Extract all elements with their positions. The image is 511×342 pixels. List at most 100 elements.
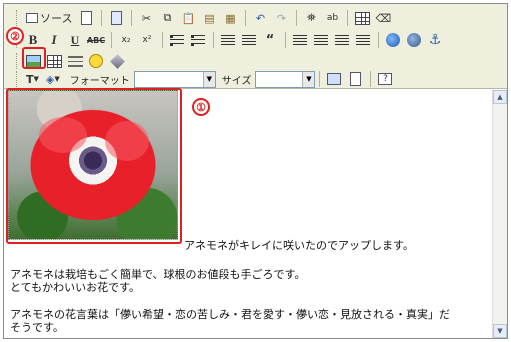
unlink-button[interactable] (404, 31, 424, 50)
toolbar-grip[interactable] (16, 53, 19, 69)
blockquote-button[interactable]: “ (260, 31, 280, 50)
vertical-scrollbar[interactable]: ▲ ▼ (492, 90, 507, 338)
redo-button[interactable]: ↷ (271, 9, 291, 28)
image-highlight-box (6, 88, 182, 244)
toolbar-separator (162, 32, 163, 48)
editor-toolbar: ソース ✂ ⧉ 📋 ▤ ▦ ↶ ↷ ⛯ ab ⌫ B I U ABC x₂ x²… (4, 4, 507, 89)
toolbar-row-4: T ▼ ◈ ▼ フォーマット ▼ サイズ ▼ ? (16, 69, 396, 89)
annotation-number-2: ② (6, 27, 24, 45)
image-button-highlight-box (22, 47, 46, 69)
format-label: フォーマット (69, 75, 130, 87)
chevron-down-icon[interactable]: ▼ (202, 71, 215, 87)
outdent-icon (221, 34, 235, 46)
image-caption: アネモネがキレイに咲いたのでアップします。 (184, 239, 414, 252)
toolbar-grip[interactable] (16, 71, 19, 87)
toolbar-separator (285, 32, 286, 48)
chevron-down-icon[interactable]: ▼ (302, 71, 315, 87)
numbered-list-icon (170, 34, 184, 46)
help-icon: ? (378, 73, 393, 85)
paste-word-icon: ▦ (225, 11, 236, 25)
numbered-list-button[interactable] (167, 31, 187, 50)
toolbar-separator (213, 32, 214, 48)
select-all-button[interactable] (352, 9, 372, 28)
align-right-icon (335, 34, 349, 46)
text-color-button[interactable]: T ▼ (23, 70, 42, 89)
toolbar-separator (245, 10, 247, 26)
find-button[interactable]: ⛯ (301, 9, 321, 28)
link-globe-icon (386, 33, 400, 47)
align-justify-icon (356, 34, 370, 46)
anchor-button[interactable]: ⚓ (425, 31, 445, 50)
special-char-button[interactable] (107, 52, 127, 71)
italic-button[interactable]: I (44, 31, 64, 50)
bg-color-button[interactable]: ◈ ▼ (43, 70, 63, 89)
align-center-button[interactable] (311, 31, 331, 50)
paragraph-1-line-2: とてもかわいいお花です。 (10, 281, 141, 294)
indent-button[interactable] (239, 31, 259, 50)
dropdown-arrow-icon: ▼ (33, 75, 39, 83)
paste-text-icon: ▤ (204, 11, 215, 25)
align-justify-button[interactable] (353, 31, 373, 50)
table-icon (46, 54, 62, 68)
remove-format-button[interactable]: ⌫ (373, 9, 393, 28)
toolbar-grip[interactable] (16, 10, 19, 26)
templates-button[interactable] (106, 9, 126, 28)
toolbar-separator (101, 10, 103, 26)
undo-icon: ↶ (255, 11, 266, 25)
scissors-icon: ✂ (141, 11, 152, 25)
align-left-icon (293, 34, 307, 46)
cut-button[interactable]: ✂ (136, 9, 156, 28)
paste-word-button[interactable]: ▦ (220, 9, 240, 28)
scroll-up-icon[interactable]: ▲ (493, 90, 507, 104)
toolbar-separator (370, 71, 372, 87)
preview-button[interactable] (76, 9, 96, 28)
help-button[interactable]: ? (375, 70, 395, 89)
paste-text-button[interactable]: ▤ (199, 9, 219, 28)
redo-icon: ↷ (276, 11, 287, 25)
copy-button[interactable]: ⧉ (157, 9, 177, 28)
toolbar-row-2: B I U ABC x₂ x² “ ⚓ (16, 30, 446, 50)
anchor-icon: ⚓ (428, 32, 442, 48)
indent-icon (242, 34, 256, 46)
align-left-button[interactable] (290, 31, 310, 50)
maximize-button[interactable] (324, 70, 344, 89)
paste-button[interactable]: 📋 (178, 9, 198, 28)
toolbar-separator (319, 71, 321, 87)
paragraph-2-line-1: アネモネの花言葉は「儚い希望・恋の苦しみ・君を愛す・儚い恋・見放される・真実」だ (10, 308, 450, 321)
show-blocks-button[interactable] (345, 70, 365, 89)
link-button[interactable] (383, 31, 403, 50)
template-icon (110, 11, 122, 25)
subscript-button[interactable]: x₂ (116, 31, 136, 50)
strikethrough-button[interactable]: ABC (86, 31, 106, 50)
format-select[interactable]: ▼ (133, 70, 216, 88)
unlink-globe-icon (407, 33, 421, 47)
text-color-icon: T (26, 72, 34, 86)
bulleted-list-button[interactable] (188, 31, 208, 50)
eraser-icon: ⌫ (375, 11, 392, 25)
smiley-icon (89, 54, 103, 68)
source-icon (26, 13, 38, 23)
source-button[interactable]: ソース (23, 9, 75, 28)
paste-icon: 📋 (181, 11, 196, 25)
smiley-button[interactable] (86, 52, 106, 71)
bulleted-list-icon (191, 34, 205, 46)
align-right-button[interactable] (332, 31, 352, 50)
size-select[interactable]: ▼ (255, 70, 316, 88)
undo-button[interactable]: ↶ (250, 9, 270, 28)
insert-table-button[interactable] (44, 52, 64, 71)
quote-icon: “ (265, 32, 275, 48)
horizontal-rule-button[interactable] (65, 52, 85, 71)
outdent-button[interactable] (218, 31, 238, 50)
align-center-icon (314, 34, 328, 46)
replace-icon: ab (326, 13, 339, 23)
dropdown-arrow-icon: ▼ (54, 75, 60, 83)
underline-button[interactable]: U (65, 31, 85, 50)
scroll-down-icon[interactable]: ▼ (493, 324, 507, 338)
toolbar-row-1: ソース ✂ ⧉ 📋 ▤ ▦ ↶ ↷ ⛯ ab ⌫ (16, 8, 394, 28)
show-blocks-icon (349, 72, 361, 86)
annotation-number-1: ① (192, 98, 210, 116)
size-label: サイズ (221, 75, 252, 87)
superscript-button[interactable]: x² (137, 31, 157, 50)
replace-button[interactable]: ab (322, 9, 342, 28)
horizontal-rule-icon (67, 55, 83, 67)
